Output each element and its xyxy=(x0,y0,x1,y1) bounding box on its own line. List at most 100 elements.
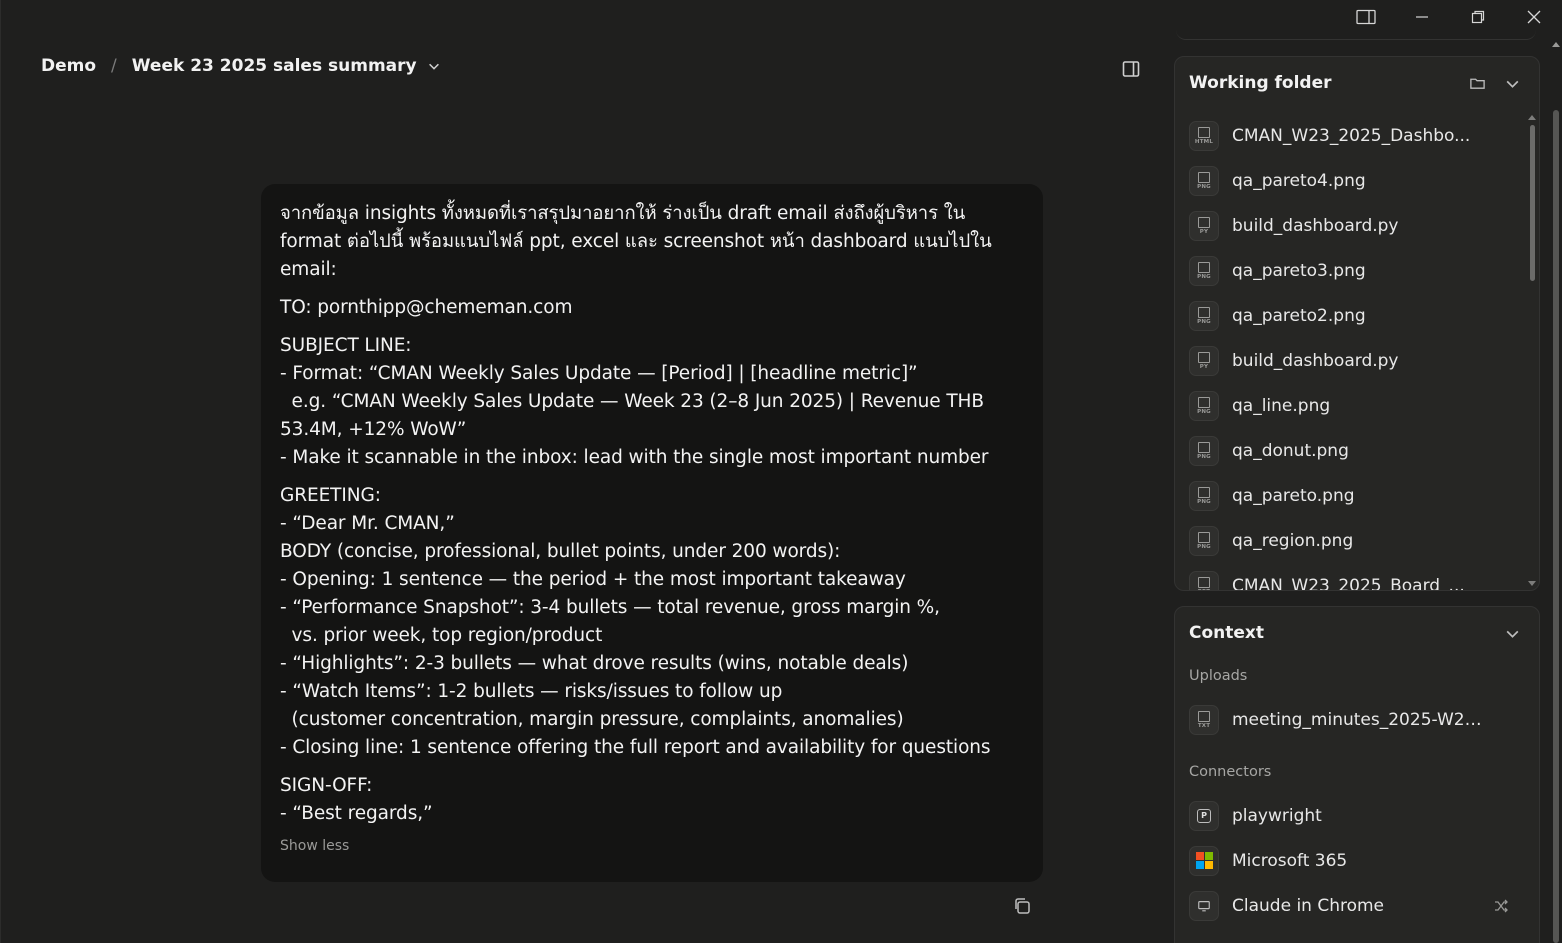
breadcrumb-root[interactable]: Demo xyxy=(41,56,96,76)
png-file-icon: PNG xyxy=(1189,525,1219,556)
file-item[interactable]: HTML CMAN_W23_2025_Dashbo... xyxy=(1189,113,1519,158)
restore-button[interactable] xyxy=(1450,0,1506,34)
py-file-icon: PY xyxy=(1189,210,1219,241)
message-line: - “Watch Items”: 1-2 bullets — risks/iss… xyxy=(280,681,783,702)
message-paragraph: จากข้อมูล insights ทั้งหมดที่เราสรุปมาอย… xyxy=(280,200,1023,284)
message-line: - “Highlights”: 2-3 bullets — what drove… xyxy=(280,653,909,674)
folder-icon[interactable] xyxy=(1469,75,1486,92)
message-line: e.g. “CMAN Weekly Sales Update — Week 23… xyxy=(280,391,985,412)
file-item[interactable]: PNG qa_pareto.png xyxy=(1189,473,1519,518)
context-title: Context xyxy=(1189,623,1265,643)
uploads-label: Uploads xyxy=(1189,668,1248,684)
message-line: SUBJECT LINE: xyxy=(280,335,412,356)
file-name: qa_pareto.png xyxy=(1232,485,1355,506)
close-window-button[interactable] xyxy=(1506,0,1562,34)
microsoft-logo-icon xyxy=(1189,845,1219,876)
message-line: - Opening: 1 sentence — the period + the… xyxy=(280,569,906,590)
monitor-icon xyxy=(1189,890,1219,921)
file-item[interactable]: PNG qa_region.png xyxy=(1189,518,1519,563)
close-icon xyxy=(1527,10,1541,24)
minimize-button[interactable] xyxy=(1394,0,1450,34)
shuffle-icon[interactable] xyxy=(1493,898,1509,914)
message-line: GREETING: xyxy=(280,485,381,506)
upload-item[interactable]: TXT meeting_minutes_2025-W23.... xyxy=(1189,697,1529,742)
breadcrumb: Demo / Week 23 2025 sales summary xyxy=(41,56,441,76)
working-folder-title: Working folder xyxy=(1189,73,1332,93)
playwright-icon: P xyxy=(1189,800,1219,831)
window-controls xyxy=(1338,0,1562,34)
message-line: - “Performance Snapshot”: 3-4 bullets — … xyxy=(280,597,940,618)
file-item[interactable]: PPT CMAN_W23_2025_Board_... xyxy=(1189,563,1519,591)
file-item[interactable]: PNG qa_pareto2.png xyxy=(1189,293,1519,338)
png-file-icon: PNG xyxy=(1189,255,1219,286)
layout-toggle-button[interactable] xyxy=(1338,0,1394,34)
message-paragraph: TO: pornthipp@chememan.com xyxy=(280,294,1023,322)
message-line: 53.4M, +12% WoW” xyxy=(280,419,467,440)
connector-microsoft-365[interactable]: Microsoft 365 xyxy=(1189,838,1529,883)
connector-name: Claude in Chrome xyxy=(1232,895,1385,916)
file-item[interactable]: PNG qa_line.png xyxy=(1189,383,1519,428)
html-file-icon: HTML xyxy=(1189,120,1219,151)
png-file-icon: PNG xyxy=(1189,435,1219,466)
minimize-icon xyxy=(1416,16,1428,18)
upload-file-name: meeting_minutes_2025-W23.... xyxy=(1232,709,1482,730)
user-message-text: จากข้อมูล insights ทั้งหมดที่เราสรุปมาอย… xyxy=(280,200,1023,828)
file-item[interactable]: PY build_dashboard.py xyxy=(1189,203,1519,248)
connector-playwright[interactable]: P playwright xyxy=(1189,793,1529,838)
chevron-down-icon[interactable] xyxy=(1504,75,1521,92)
png-file-icon: PNG xyxy=(1189,165,1219,196)
connector-name: Microsoft 365 xyxy=(1232,850,1348,871)
message-line: email: xyxy=(280,259,337,280)
file-item[interactable]: PNG qa_pareto4.png xyxy=(1189,158,1519,203)
file-name: qa_pareto3.png xyxy=(1232,260,1366,281)
file-name: qa_pareto4.png xyxy=(1232,170,1366,191)
chevron-down-icon[interactable] xyxy=(427,59,441,73)
message-paragraph: SIGN-OFF: - “Best regards,” xyxy=(280,772,1023,828)
file-name: CMAN_W23_2025_Board_... xyxy=(1232,575,1465,591)
message-line: - Make it scannable in the inbox: lead w… xyxy=(280,447,989,468)
file-item[interactable]: PNG qa_donut.png xyxy=(1189,428,1519,473)
file-list: HTML CMAN_W23_2025_Dashbo... PNG qa_pareto4… xyxy=(1189,113,1519,591)
context-card: Context Uploads TXT meeting_minutes_2025… xyxy=(1174,606,1540,943)
py-file-icon: PY xyxy=(1189,345,1219,376)
conversation-title[interactable]: Week 23 2025 sales summary xyxy=(132,56,417,76)
connector-claude-in-chrome[interactable]: Claude in Chrome xyxy=(1189,883,1529,928)
message-line: SIGN-OFF: xyxy=(280,775,373,796)
png-file-icon: PNG xyxy=(1189,390,1219,421)
message-line: - “Dear Mr. CMAN,” xyxy=(280,513,455,534)
file-item[interactable]: PNG qa_pareto3.png xyxy=(1189,248,1519,293)
png-file-icon: PNG xyxy=(1189,480,1219,511)
message-paragraph: SUBJECT LINE: - Format: “CMAN Weekly Sale… xyxy=(280,332,1023,472)
scroll-down-arrow[interactable] xyxy=(1528,581,1536,586)
sidebar-toggle-icon[interactable] xyxy=(1121,59,1141,79)
copy-icon[interactable] xyxy=(1012,896,1032,916)
file-item[interactable]: PY build_dashboard.py xyxy=(1189,338,1519,383)
file-name: build_dashboard.py xyxy=(1232,215,1399,236)
connector-name: playwright xyxy=(1232,805,1322,826)
file-name: build_dashboard.py xyxy=(1232,350,1399,371)
file-name: qa_region.png xyxy=(1232,530,1354,551)
message-line: BODY (concise, professional, bullet poin… xyxy=(280,541,841,562)
panel-layout-icon xyxy=(1356,9,1376,25)
file-name: qa_line.png xyxy=(1232,395,1331,416)
page-scrollbar[interactable] xyxy=(1553,110,1559,943)
connectors-label: Connectors xyxy=(1189,764,1272,780)
message-line: - Closing line: 1 sentence offering the … xyxy=(280,737,991,758)
scroll-up-arrow[interactable] xyxy=(1528,115,1536,120)
message-line: TO: pornthipp@chememan.com xyxy=(280,297,573,318)
chevron-down-icon[interactable] xyxy=(1504,625,1521,642)
message-line: (customer concentration, margin pressure… xyxy=(280,709,904,730)
page-scroll-up-arrow[interactable] xyxy=(1552,42,1560,47)
message-line: - Format: “CMAN Weekly Sales Update — [P… xyxy=(280,363,918,384)
show-less-link[interactable]: Show less xyxy=(280,838,1023,854)
png-file-icon: PNG xyxy=(1189,300,1219,331)
ppt-file-icon: PPT xyxy=(1189,570,1219,590)
file-list-scrollbar[interactable] xyxy=(1530,125,1535,281)
main-pane: Demo / Week 23 2025 sales summary จากข้อ… xyxy=(0,0,1172,943)
txt-file-icon: TXT xyxy=(1189,704,1219,735)
user-message-bubble: จากข้อมูล insights ทั้งหมดที่เราสรุปมาอย… xyxy=(261,184,1043,882)
message-line: - “Best regards,” xyxy=(280,803,433,824)
working-folder-card: Working folder HTML CMAN_W23_2025_Dashbo.… xyxy=(1174,56,1540,591)
message-line: vs. prior week, top region/product xyxy=(280,625,603,646)
message-line: จากข้อมูล insights ทั้งหมดที่เราสรุปมาอย… xyxy=(280,203,966,224)
